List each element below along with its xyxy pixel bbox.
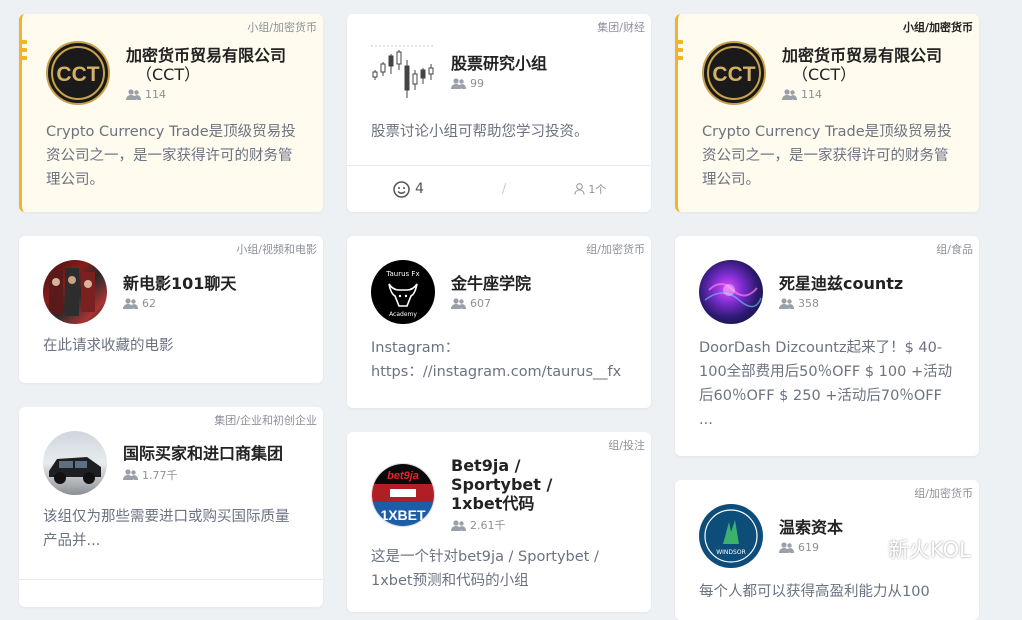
group-title[interactable]: 温索资本 <box>779 518 843 537</box>
member-count: 358 <box>779 297 903 310</box>
card-footer <box>19 579 323 607</box>
group-title[interactable]: 股票研究小组 <box>451 54 547 73</box>
members-icon <box>123 298 138 309</box>
reaction-button[interactable]: 4 <box>393 180 424 198</box>
member-count: 99 <box>451 77 547 90</box>
group-column-3: 小组/加密货币 CCT 加密货币贸易有限公司 （CCT） 114 Crypto … <box>675 0 979 620</box>
group-description: 这是一个针对bet9ja / Sportybet / 1xbet预测和代码的小组 <box>371 549 599 589</box>
featured-ribbon-icon <box>678 30 684 66</box>
group-title[interactable]: 死星迪兹countz <box>779 274 903 293</box>
group-avatar[interactable]: CCT <box>702 41 766 105</box>
group-description: DoorDash Dizcountz起来了！$ 40-100全部费用后50％OF… <box>699 340 953 428</box>
group-category-tag: 集团/企业和初创企业 <box>214 414 317 427</box>
people-count: 1个 <box>574 181 606 197</box>
group-card-betting[interactable]: 组/投注 bet9ja 1XBET Bet9ja / Sportybet / 1x… <box>347 432 651 612</box>
group-avatar[interactable] <box>43 260 107 324</box>
footer-divider: / <box>501 181 507 197</box>
member-count: 62 <box>123 297 236 310</box>
group-category-tag: 组/加密货币 <box>914 487 973 500</box>
group-description: Crypto Currency Trade是顶级贸易投资公司之一，是一家获得许可… <box>702 124 952 188</box>
member-count: 619 <box>779 541 843 554</box>
group-card-taurus[interactable]: 组/加密货币 Taurus Fx Academy 金牛座学院 607 Instag… <box>347 236 651 408</box>
group-category-tag: 集团/财经 <box>597 21 645 34</box>
group-card-cct-2[interactable]: 小组/加密货币 CCT 加密货币贸易有限公司 （CCT） 114 Crypto … <box>675 14 979 212</box>
members-icon <box>451 519 466 531</box>
svg-text:1XBET: 1XBET <box>380 507 426 523</box>
group-avatar[interactable] <box>371 40 435 104</box>
group-description: 股票讨论小组可帮助您学习投资。 <box>371 124 589 140</box>
group-card-movie[interactable]: 小组/视频和电影 新电影101聊天 62 在此请求收藏的电影 <box>19 236 323 383</box>
group-card-cct[interactable]: 小组/加密货币 CCT 加密货币贸易有限公司 （CCT） 114 Crypto … <box>19 14 323 212</box>
group-title[interactable]: 国际买家和进口商集团 <box>123 444 283 463</box>
group-avatar[interactable]: CCT <box>46 41 110 105</box>
svg-text:bet9ja: bet9ja <box>387 470 419 482</box>
members-icon <box>451 78 466 89</box>
group-title[interactable]: 金牛座学院 <box>451 274 531 293</box>
group-title[interactable]: 新电影101聊天 <box>123 274 236 293</box>
group-avatar[interactable]: WINDSOR <box>699 504 763 568</box>
group-category-tag: 组/投注 <box>608 439 645 452</box>
members-icon <box>451 298 466 309</box>
member-count: 114 <box>782 88 942 101</box>
group-column-2: 集团/财经 股票研究小组 99 股票讨论小组可帮助您学习投资。 4 / 1个 组… <box>347 0 651 612</box>
chat-bubble-icon <box>840 536 880 562</box>
svg-text:Academy: Academy <box>389 311 417 318</box>
group-card-import[interactable]: 集团/企业和初创企业 国际买家和进口商集团 1.77千 该组仅为那些需要进口或购… <box>19 407 323 607</box>
group-title[interactable]: Bet9ja / Sportybet / 1xbet代码 <box>451 456 601 513</box>
svg-text:WINDSOR: WINDSOR <box>716 549 746 556</box>
group-description: 每个人都可以获得高盈利能力从100 <box>699 584 930 600</box>
group-avatar[interactable]: Taurus Fx Academy <box>371 260 435 324</box>
group-avatar[interactable] <box>699 260 763 324</box>
svg-text:Taurus Fx: Taurus Fx <box>385 270 419 278</box>
instagram-link[interactable]: https：//instagram.com/taurus__fx <box>371 360 627 384</box>
members-icon <box>779 298 794 309</box>
group-description: Instagram： https：//instagram.com/taurus_… <box>347 336 651 384</box>
cct-logo-text: CCT <box>56 63 99 86</box>
smiley-icon <box>393 180 410 198</box>
group-column-1: 小组/加密货币 CCT 加密货币贸易有限公司 （CCT） 114 Crypto … <box>19 0 323 607</box>
group-title[interactable]: 加密货币贸易有限公司 （CCT） <box>126 46 286 84</box>
members-icon <box>779 542 794 553</box>
group-card-dizcountz[interactable]: 组/食品 死星迪兹countz 358 DoorDash Dizcountz起来… <box>675 236 979 456</box>
member-count: 114 <box>126 88 286 101</box>
person-icon <box>574 183 585 195</box>
group-description: 在此请求收藏的电影 <box>43 338 174 354</box>
watermark: 新火KOL <box>838 534 971 564</box>
featured-ribbon-icon <box>22 30 28 66</box>
group-category-tag: 组/加密货币 <box>586 243 645 256</box>
group-category-tag: 组/食品 <box>936 243 973 256</box>
group-card-stock[interactable]: 集团/财经 股票研究小组 99 股票讨论小组可帮助您学习投资。 4 / 1个 <box>347 14 651 212</box>
group-description: 该组仅为那些需要进口或购买国际质量产品并... <box>43 509 290 549</box>
member-count: 2.61千 <box>451 517 601 533</box>
group-avatar[interactable] <box>43 431 107 495</box>
members-icon <box>126 88 141 100</box>
member-count: 1.77千 <box>123 467 283 483</box>
group-description: Crypto Currency Trade是顶级贸易投资公司之一，是一家获得许可… <box>46 124 296 188</box>
reaction-count: 4 <box>415 181 424 197</box>
group-category-tag: 小组/加密货币 <box>902 21 973 34</box>
members-icon <box>123 469 138 480</box>
group-category-tag: 小组/视频和电影 <box>236 243 317 256</box>
card-footer: 4 / 1个 <box>347 165 651 212</box>
cct-logo-text: CCT <box>712 63 755 86</box>
members-icon <box>782 88 797 100</box>
group-category-tag: 小组/加密货币 <box>247 21 317 34</box>
member-count: 607 <box>451 297 531 310</box>
group-title[interactable]: 加密货币贸易有限公司 （CCT） <box>782 46 942 84</box>
group-avatar[interactable]: bet9ja 1XBET <box>371 462 435 527</box>
